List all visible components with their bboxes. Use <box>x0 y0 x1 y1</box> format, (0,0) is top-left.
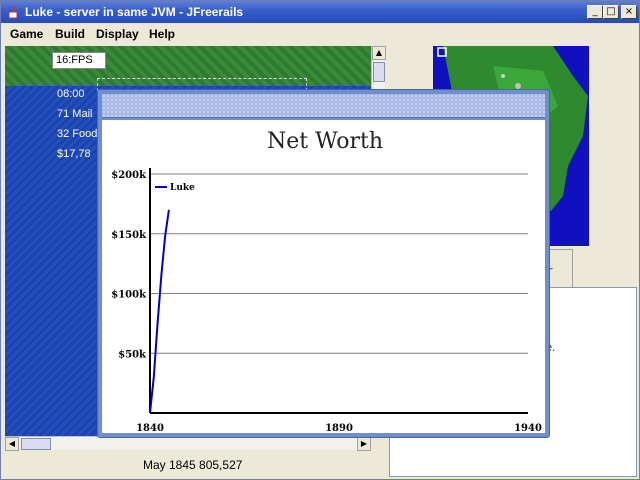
close-button[interactable]: × <box>621 5 637 19</box>
minimize-button[interactable]: _ <box>587 5 603 19</box>
x-tick-label: 1890 <box>325 423 353 433</box>
app-window: Luke - server in same JVM - JFreerails _… <box>0 0 640 480</box>
map-info-food: 32 Food <box>57 128 98 140</box>
menu-display[interactable]: Display <box>96 27 139 41</box>
net-worth-title-bar[interactable] <box>102 94 545 118</box>
map-info-money: $17,78 <box>57 148 91 160</box>
menu-help[interactable]: Help <box>149 27 175 41</box>
scroll-right-icon[interactable]: ▶ <box>357 437 371 451</box>
status-bar: May 1845 805,527 <box>5 455 385 477</box>
chart-title: Net Worth <box>267 129 383 154</box>
minimize-icon: _ <box>592 6 598 17</box>
vertical-scroll-thumb[interactable] <box>373 62 385 82</box>
map-info-time: 08:00 <box>57 88 85 100</box>
scroll-up-icon[interactable]: ▲ <box>372 46 386 60</box>
legend-label: Luke <box>170 183 195 193</box>
menu-build[interactable]: Build <box>55 27 85 41</box>
y-tick-label: $100k <box>111 290 147 301</box>
date-and-cash-status: May 1845 805,527 <box>143 458 243 472</box>
net-worth-chart: Net Worth $50k $100k $150k $200k 1840 1890 194… <box>111 129 542 433</box>
map-horizontal-scrollbar[interactable]: ◀ ▶ <box>5 436 371 451</box>
menu-game[interactable]: Game <box>10 27 43 41</box>
close-icon: × <box>624 6 634 17</box>
window-title: Luke - server in same JVM - JFreerails <box>25 5 244 19</box>
horizontal-scroll-thumb[interactable] <box>21 438 51 450</box>
series-line-luke <box>149 209 170 414</box>
fps-counter: 16:FPS <box>52 52 106 69</box>
net-worth-window: Net Worth $50k $100k $150k $200k 1840 1890 194… <box>97 89 550 438</box>
net-worth-chart-panel: Net Worth $50k $100k $150k $200k 1840 1890 194… <box>102 120 545 433</box>
y-tick-label: $50k <box>118 349 147 360</box>
maximize-icon: □ <box>606 6 616 17</box>
java-cup-icon <box>8 5 18 19</box>
y-tick-label: $150k <box>111 230 147 241</box>
scroll-left-icon[interactable]: ◀ <box>5 437 19 451</box>
menu-bar: Game Build Display Help <box>1 23 639 45</box>
y-tick-label: $200k <box>111 170 147 181</box>
x-tick-label: 1940 <box>514 423 542 433</box>
title-bar[interactable]: Luke - server in same JVM - JFreerails _… <box>1 1 639 23</box>
x-tick-label: 1840 <box>136 423 164 433</box>
maximize-button[interactable]: □ <box>603 5 619 19</box>
map-info-mail: 71 Mail <box>57 108 93 120</box>
